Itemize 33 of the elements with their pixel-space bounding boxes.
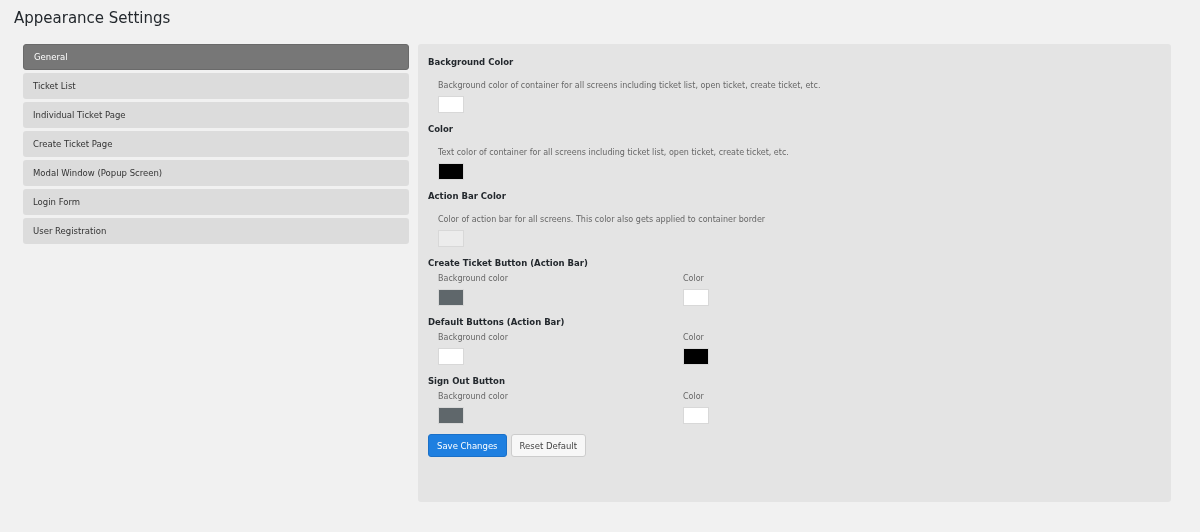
setting-description: Color of action bar for all screens. This color also gets applied to container border [437,215,766,224]
color-swatch[interactable] [438,163,464,180]
color-swatch[interactable] [683,348,709,365]
field-label: Color [682,392,705,401]
page-title: Appearance Settings [14,9,171,27]
field-label: Background color [437,392,509,401]
nav-tab[interactable]: User Registration [23,218,409,244]
color-swatch[interactable] [683,407,709,424]
setting-title: Action Bar Color [428,191,507,201]
field-label: Background color [437,333,509,342]
nav-tab[interactable]: Modal Window (Popup Screen) [23,160,409,186]
setting-title: Background Color [428,57,515,67]
setting-description: Text color of container for all screens including ticket list, open ticket, create ticket, etc. [437,148,789,157]
save-button[interactable]: Save Changes [428,434,507,457]
nav-tab[interactable]: Individual Ticket Page [23,102,409,128]
setting-description: Background color of container for all screens including ticket list, open ticket, create ticket, etc. [437,81,821,90]
reset-button[interactable]: Reset Default [510,434,587,457]
field-label: Color [682,333,705,342]
nav-tab[interactable]: Ticket List [23,73,409,99]
color-swatch[interactable] [438,348,464,365]
color-swatch[interactable] [438,407,464,424]
setting-title: Create Ticket Button (Action Bar) [428,258,589,268]
color-swatch[interactable] [438,289,464,306]
nav-tab[interactable]: General [23,44,409,70]
nav-tab[interactable]: Create Ticket Page [23,131,409,157]
field-label: Background color [437,274,509,283]
setting-title: Sign Out Button [428,376,506,386]
field-label: Color [682,274,705,283]
nav-tab[interactable]: Login Form [23,189,409,215]
setting-title: Default Buttons (Action Bar) [428,317,566,327]
color-swatch[interactable] [683,289,709,306]
color-swatch[interactable] [438,96,464,113]
setting-title: Color [428,124,455,134]
